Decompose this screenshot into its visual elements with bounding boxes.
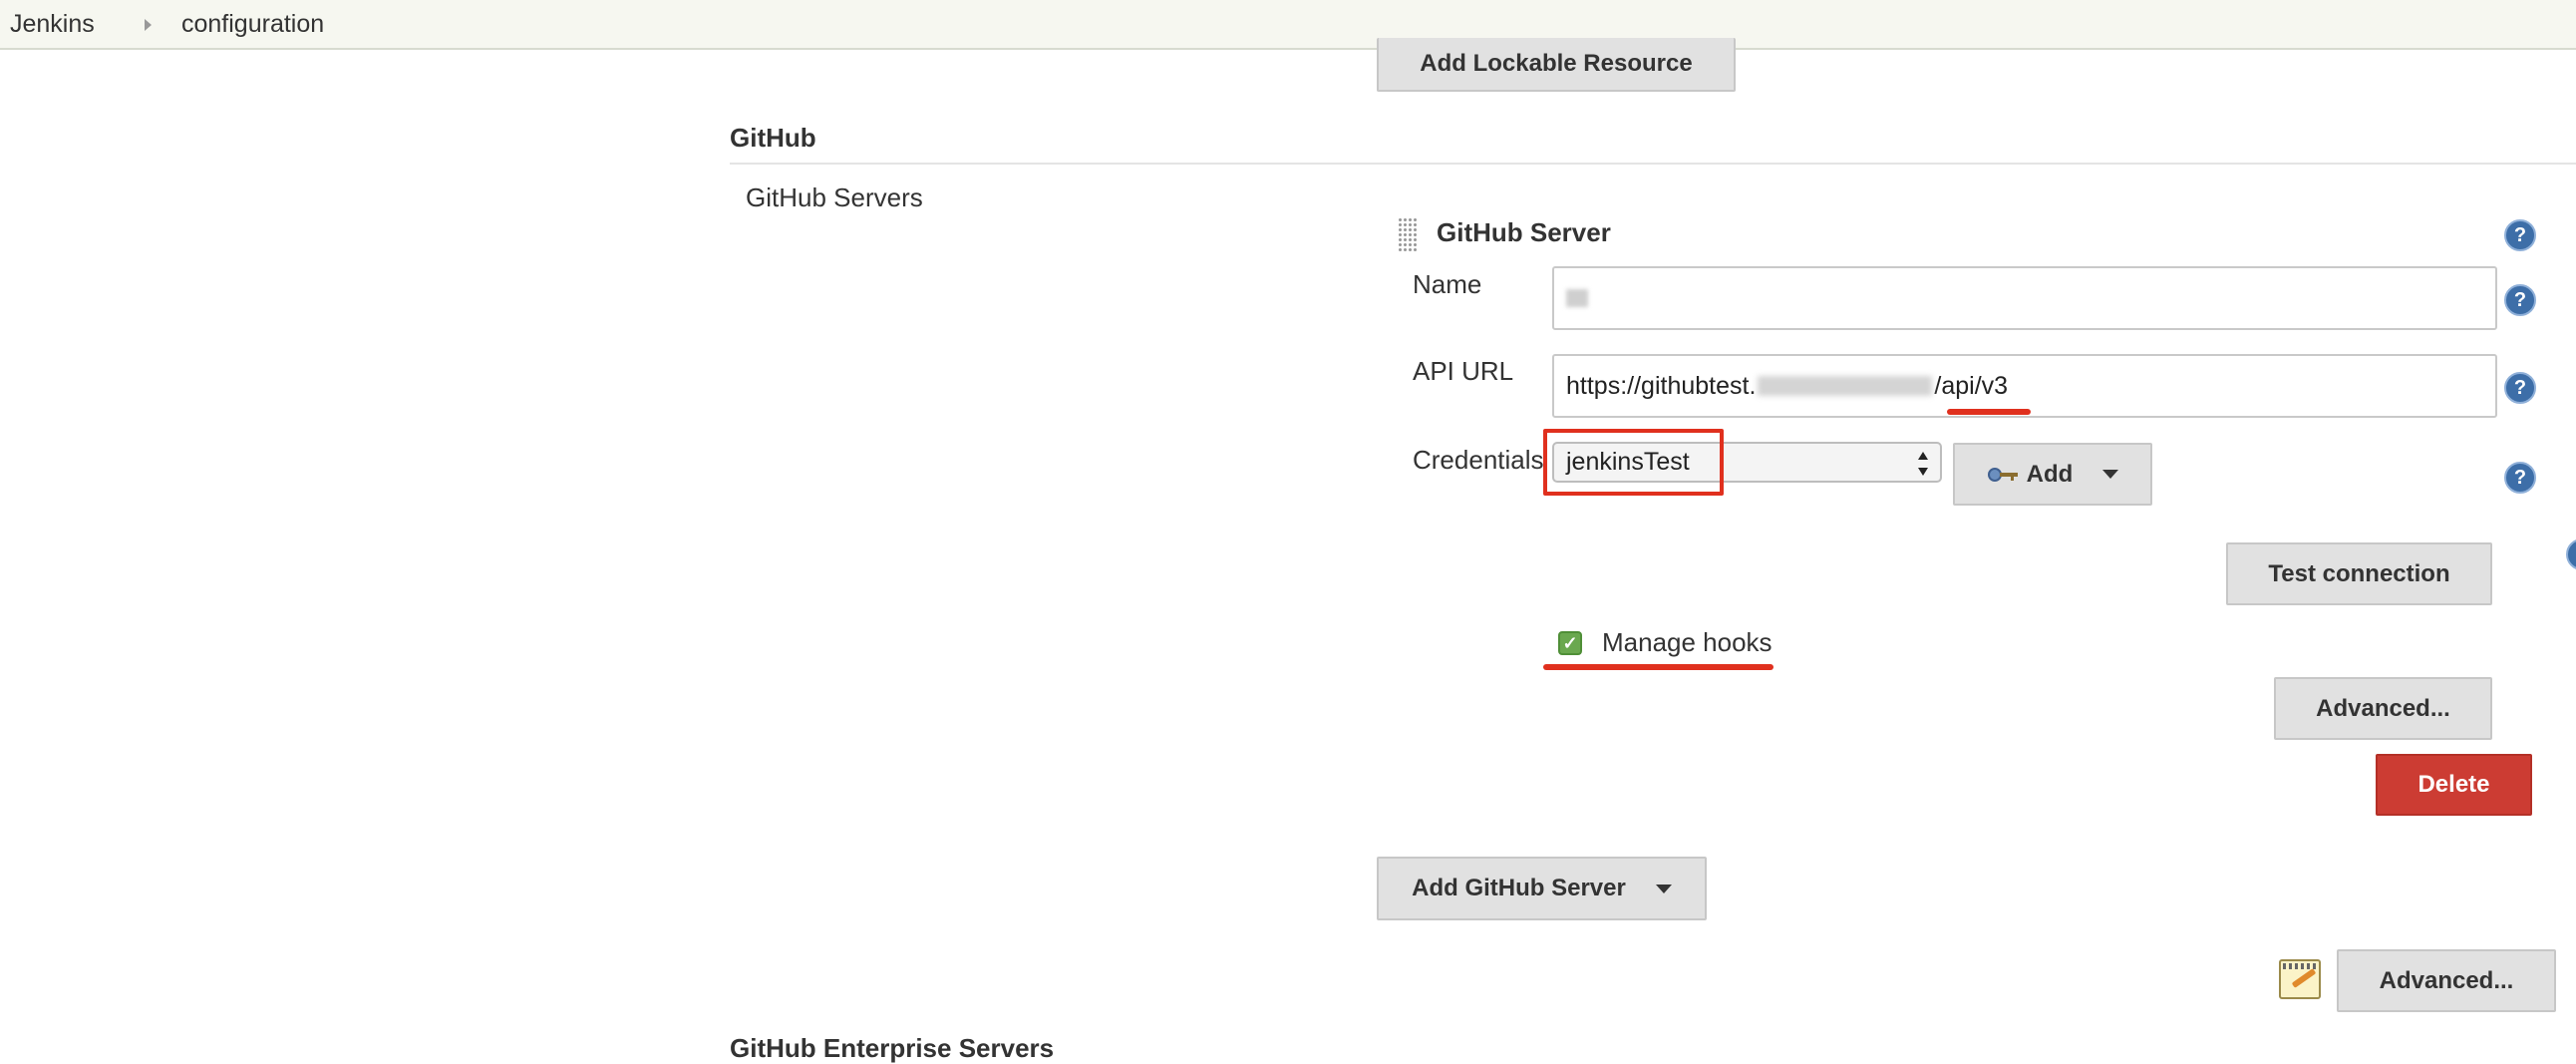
chevron-down-icon [2102, 470, 2119, 479]
api-url-suffix: /api/v3 [1934, 371, 2009, 400]
add-github-server-button[interactable]: Add GitHub Server [1377, 857, 1707, 920]
github-section-title: GitHub [730, 123, 816, 153]
delete-server-button[interactable]: Delete [2376, 754, 2532, 816]
chevron-down-icon [1655, 884, 1672, 893]
name-label: Name [1413, 269, 1482, 299]
api-url-prefix: https://githubtest. [1566, 371, 1757, 400]
server-advanced-button[interactable]: Advanced... [2274, 677, 2492, 740]
name-input[interactable] [1552, 266, 2497, 330]
add-lockable-resource-button[interactable]: Add Lockable Resource [1377, 38, 1736, 92]
manage-hooks-label[interactable]: Manage hooks [1602, 627, 1772, 658]
select-arrows-icon [1918, 452, 1928, 476]
section-divider [730, 163, 2576, 165]
credentials-label: Credentials [1413, 445, 1544, 475]
help-icon[interactable]: ? [2566, 538, 2576, 570]
notepad-icon [2279, 959, 2321, 999]
manage-hooks-highlight [1543, 664, 1773, 670]
help-icon[interactable]: ? [2504, 372, 2536, 404]
breadcrumb-jenkins[interactable]: Jenkins [10, 10, 95, 39]
api-path-highlight [1947, 409, 2031, 415]
github-servers-label: GitHub Servers [746, 182, 923, 212]
test-connection-button[interactable]: Test connection [2226, 542, 2492, 605]
drag-handle-icon[interactable] [1398, 217, 1418, 251]
add-credentials-button[interactable]: Add [1953, 443, 2152, 506]
chevron-right-icon [145, 19, 152, 31]
breadcrumb: Jenkins configuration [0, 0, 2576, 50]
credentials-highlight [1543, 429, 1724, 496]
redacted-value [1566, 289, 1588, 307]
add-credentials-label: Add [2026, 460, 2074, 488]
help-icon[interactable]: ? [2504, 462, 2536, 494]
github-advanced-button[interactable]: Advanced... [2337, 949, 2556, 1012]
help-icon[interactable]: ? [2504, 284, 2536, 316]
help-icon[interactable]: ? [2504, 219, 2536, 251]
manage-hooks-checkbox[interactable]: ✓ [1558, 631, 1582, 655]
add-github-server-label: Add GitHub Server [1412, 875, 1626, 901]
breadcrumb-configuration[interactable]: configuration [181, 10, 324, 39]
github-server-title: GitHub Server [1437, 217, 1611, 247]
redacted-domain [1758, 376, 1933, 396]
api-url-label: API URL [1413, 356, 1514, 386]
key-icon [1987, 467, 2018, 482]
